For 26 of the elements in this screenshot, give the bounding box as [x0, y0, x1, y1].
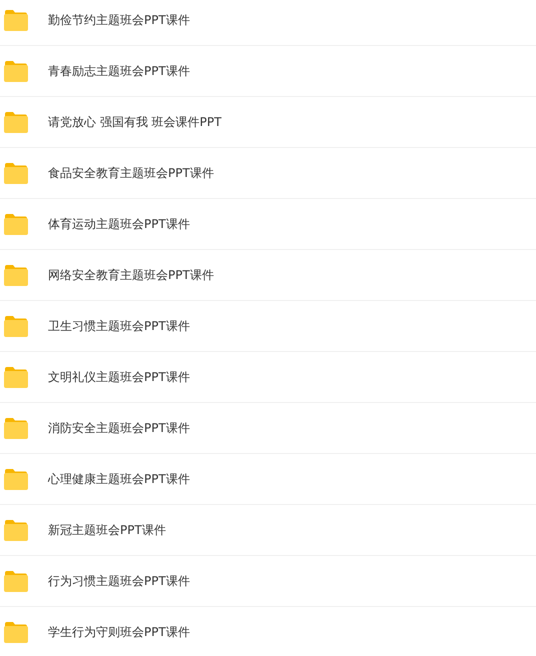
folder-icon — [4, 162, 28, 184]
folder-icon — [4, 622, 28, 642]
folder-name[interactable]: 青春励志主题班会PPT课件 — [48, 62, 190, 80]
folder-name[interactable]: 文明礼仪主题班会PPT课件 — [48, 368, 190, 386]
folder-icon — [4, 316, 28, 336]
folder-icon — [4, 418, 28, 438]
folder-name[interactable]: 卫生习惯主题班会PPT课件 — [48, 318, 190, 334]
folder-icon — [4, 60, 28, 82]
folder-name[interactable]: 网络安全教育主题班会PPT课件 — [48, 266, 214, 284]
folder-icon — [4, 570, 28, 592]
folder-name[interactable]: 勤俭节约主题班会PPT课件 — [48, 12, 190, 28]
folder-icon — [4, 214, 28, 234]
folder-name[interactable]: 心理健康主题班会PPT课件 — [48, 470, 190, 488]
folder-icon — [4, 10, 28, 30]
folder-name[interactable]: 新冠主题班会PPT课件 — [48, 522, 166, 538]
folder-icon — [4, 366, 28, 388]
folder-name[interactable]: 学生行为守则班会PPT课件 — [48, 624, 190, 640]
folder-name[interactable]: 消防安全主题班会PPT课件 — [48, 420, 190, 436]
folder-name[interactable]: 请党放心 强国有我 班会课件PPT — [48, 114, 222, 130]
folder-icon — [4, 112, 28, 132]
folder-icon — [4, 264, 28, 286]
folder-name[interactable]: 食品安全教育主题班会PPT课件 — [48, 164, 214, 182]
folder-icon — [4, 520, 28, 540]
folder-icon — [4, 468, 28, 490]
folder-name[interactable]: 行为习惯主题班会PPT课件 — [48, 572, 190, 590]
folder-name[interactable]: 体育运动主题班会PPT课件 — [48, 216, 190, 232]
